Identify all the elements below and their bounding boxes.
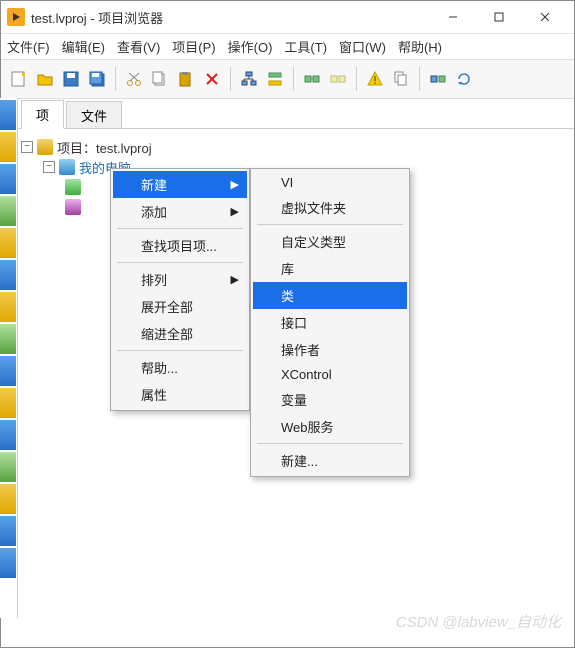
cm-new-actor[interactable]: 操作者 xyxy=(253,336,407,363)
menu-operate[interactable]: 操作(O) xyxy=(228,37,273,56)
files-icon[interactable] xyxy=(389,67,413,91)
project-label: 项目：test.lvproj xyxy=(57,138,152,157)
copy-icon[interactable] xyxy=(148,67,172,91)
open-icon[interactable] xyxy=(33,67,57,91)
new-vi-icon[interactable] xyxy=(7,67,31,91)
cm-new-more[interactable]: 新建... xyxy=(253,447,407,474)
cm-collapse-all[interactable]: 缩进全部 xyxy=(113,320,247,347)
menu-view[interactable]: 查看(V) xyxy=(117,37,160,56)
tab-files[interactable]: 文件 xyxy=(66,101,122,129)
close-button[interactable] xyxy=(522,2,568,32)
cm-new-variable[interactable]: 变量 xyxy=(253,386,407,413)
deploy-icon[interactable] xyxy=(326,67,350,91)
cm-new-vi[interactable]: VI xyxy=(253,171,407,194)
cm-properties[interactable]: 属性 xyxy=(113,381,247,408)
cm-new-interface[interactable]: 接口 xyxy=(253,309,407,336)
maximize-button[interactable] xyxy=(476,2,522,32)
refresh-icon[interactable] xyxy=(452,67,476,91)
cm-new-webservice[interactable]: Web服务 xyxy=(253,413,407,440)
tab-items[interactable]: 项 xyxy=(21,100,64,129)
hierarchy-icon[interactable] xyxy=(237,67,261,91)
cm-new-xcontrol[interactable]: XControl xyxy=(253,363,407,386)
menu-project[interactable]: 项目(P) xyxy=(172,37,215,56)
folder-icon xyxy=(65,179,81,195)
context-menu-new: VI 虚拟文件夹 自定义类型 库 类 接口 操作者 XControl 变量 We… xyxy=(250,168,410,477)
menu-edit[interactable]: 编辑(E) xyxy=(62,37,105,56)
cut-icon[interactable] xyxy=(122,67,146,91)
filter-icon[interactable] xyxy=(263,67,287,91)
window-title: test.lvproj - 项目浏览器 xyxy=(31,8,430,27)
context-menu-primary: 新建▶ 添加▶ 查找项目项... 排列▶ 展开全部 缩进全部 帮助... 属性 xyxy=(110,168,250,411)
expander-icon[interactable]: − xyxy=(43,161,55,173)
cm-arrange[interactable]: 排列▶ xyxy=(113,266,247,293)
menu-window[interactable]: 窗口(W) xyxy=(339,37,386,56)
project-icon xyxy=(37,139,53,155)
settings-icon[interactable] xyxy=(426,67,450,91)
toolbar xyxy=(1,59,574,99)
minimize-button[interactable] xyxy=(430,2,476,32)
cm-new-vfolder[interactable]: 虚拟文件夹 xyxy=(253,194,407,221)
paste-icon[interactable] xyxy=(174,67,198,91)
save-icon[interactable] xyxy=(59,67,83,91)
computer-icon xyxy=(59,159,75,175)
app-icon xyxy=(7,8,25,26)
cm-new[interactable]: 新建▶ xyxy=(113,171,247,198)
cm-add[interactable]: 添加▶ xyxy=(113,198,247,225)
cm-new-class[interactable]: 类 xyxy=(253,282,407,309)
titlebar: test.lvproj - 项目浏览器 xyxy=(1,1,574,33)
left-strip xyxy=(0,98,18,618)
cm-help[interactable]: 帮助... xyxy=(113,354,247,381)
tabbar: 项 文件 xyxy=(1,99,574,129)
expander-icon[interactable]: − xyxy=(21,141,33,153)
cm-new-customtype[interactable]: 自定义类型 xyxy=(253,228,407,255)
menubar: 文件(F) 编辑(E) 查看(V) 项目(P) 操作(O) 工具(T) 窗口(W… xyxy=(1,33,574,59)
submenu-arrow-icon: ▶ xyxy=(231,178,239,191)
menu-tools[interactable]: 工具(T) xyxy=(284,37,327,56)
submenu-arrow-icon: ▶ xyxy=(231,205,239,218)
menu-help[interactable]: 帮助(H) xyxy=(398,37,442,56)
menu-file[interactable]: 文件(F) xyxy=(7,37,50,56)
lib-icon xyxy=(65,199,81,215)
resolve-icon[interactable] xyxy=(300,67,324,91)
delete-icon[interactable] xyxy=(200,67,224,91)
tree-project-row[interactable]: − 项目：test.lvproj xyxy=(21,137,566,157)
window-controls xyxy=(430,2,568,32)
save-all-icon[interactable] xyxy=(85,67,109,91)
warning-icon[interactable] xyxy=(363,67,387,91)
cm-find[interactable]: 查找项目项... xyxy=(113,232,247,259)
cm-expand-all[interactable]: 展开全部 xyxy=(113,293,247,320)
cm-new-library[interactable]: 库 xyxy=(253,255,407,282)
submenu-arrow-icon: ▶ xyxy=(231,273,239,286)
